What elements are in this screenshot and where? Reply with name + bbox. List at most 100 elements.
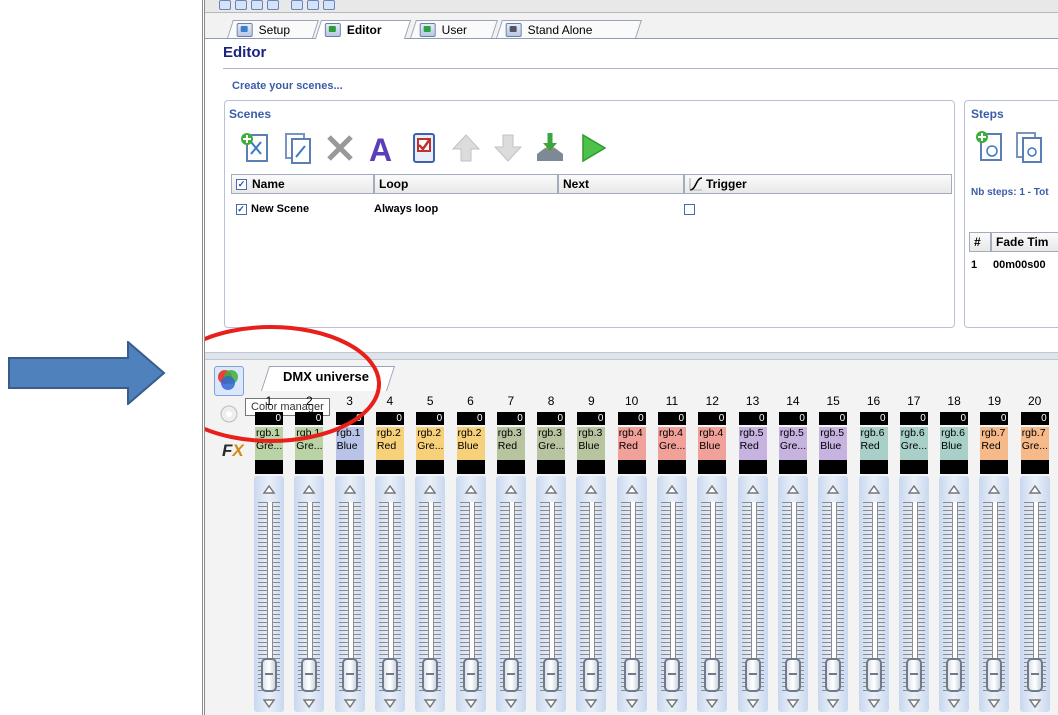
fader-handle[interactable] bbox=[341, 658, 358, 692]
fader-handle[interactable] bbox=[301, 658, 318, 692]
channel-value[interactable]: 0 bbox=[859, 412, 888, 425]
chevron-up-icon[interactable] bbox=[867, 483, 881, 495]
chevron-up-icon[interactable] bbox=[504, 483, 518, 495]
fader-handle[interactable] bbox=[865, 658, 882, 692]
duplicate-step-icon[interactable] bbox=[1013, 129, 1045, 165]
chevron-down-icon[interactable] bbox=[665, 698, 679, 710]
delete-icon[interactable] bbox=[319, 127, 361, 169]
fader-handle[interactable] bbox=[583, 658, 600, 692]
chevron-down-icon[interactable] bbox=[464, 698, 478, 710]
trigger-checkbox[interactable] bbox=[684, 203, 695, 215]
chevron-down-icon[interactable] bbox=[705, 698, 719, 710]
chevron-down-icon[interactable] bbox=[383, 698, 397, 710]
channel-value[interactable]: 0 bbox=[617, 412, 646, 425]
tab-user[interactable]: User bbox=[410, 20, 498, 38]
channel-value[interactable]: 0 bbox=[537, 412, 566, 425]
chevron-down-icon[interactable] bbox=[1028, 698, 1042, 710]
chevron-down-icon[interactable] bbox=[262, 698, 276, 710]
toolbar-new-icon[interactable] bbox=[219, 0, 231, 10]
toolbar-monitor-icon[interactable] bbox=[323, 0, 335, 10]
fader-handle[interactable] bbox=[986, 658, 1003, 692]
select-all-checkbox[interactable]: ✓ bbox=[236, 178, 247, 190]
rename-icon[interactable]: A bbox=[361, 127, 403, 169]
fader-handle[interactable] bbox=[664, 658, 680, 692]
add-scene-icon[interactable] bbox=[235, 127, 277, 169]
fader-handle[interactable] bbox=[825, 658, 842, 692]
fader-handle[interactable] bbox=[623, 658, 640, 692]
tab-editor[interactable]: Editor bbox=[314, 20, 412, 39]
fader-handle[interactable] bbox=[422, 658, 439, 692]
fader-handle[interactable] bbox=[905, 658, 922, 692]
fader-handle[interactable] bbox=[543, 658, 560, 692]
toolbar-layout-icon[interactable] bbox=[307, 0, 319, 10]
channel-value[interactable]: 0 bbox=[778, 412, 807, 425]
toolbar-open-icon[interactable] bbox=[235, 0, 247, 10]
move-up-icon[interactable] bbox=[445, 127, 487, 169]
chevron-up-icon[interactable] bbox=[423, 483, 437, 495]
fader-handle[interactable] bbox=[946, 658, 963, 692]
fader-handle[interactable] bbox=[502, 658, 519, 692]
tab-standalone[interactable]: Stand Alone bbox=[496, 20, 642, 38]
chevron-down-icon[interactable] bbox=[987, 698, 1001, 710]
chevron-down-icon[interactable] bbox=[343, 698, 357, 710]
chevron-up-icon[interactable] bbox=[786, 483, 800, 495]
play-icon[interactable] bbox=[571, 127, 613, 169]
chevron-up-icon[interactable] bbox=[987, 483, 1001, 495]
channel-value[interactable]: 0 bbox=[456, 412, 485, 425]
column-trigger[interactable]: Trigger bbox=[684, 174, 952, 194]
chevron-up-icon[interactable] bbox=[343, 483, 357, 495]
column-next[interactable]: Next bbox=[558, 174, 684, 194]
chevron-down-icon[interactable] bbox=[544, 698, 558, 710]
chevron-up-icon[interactable] bbox=[826, 483, 840, 495]
channel-value[interactable]: 0 bbox=[496, 412, 525, 425]
add-step-icon[interactable] bbox=[975, 129, 1007, 165]
channel-value[interactable]: 0 bbox=[980, 412, 1009, 425]
fader-handle[interactable] bbox=[784, 658, 801, 692]
column-name[interactable]: ✓ Name bbox=[231, 174, 374, 194]
channel-value[interactable]: 0 bbox=[698, 412, 727, 425]
chevron-up-icon[interactable] bbox=[262, 483, 276, 495]
chevron-up-icon[interactable] bbox=[302, 483, 316, 495]
chevron-up-icon[interactable] bbox=[907, 483, 921, 495]
row-enabled-checkbox[interactable]: ✓ bbox=[235, 203, 247, 215]
toolbar-save-icon[interactable] bbox=[251, 0, 263, 10]
chevron-down-icon[interactable] bbox=[786, 698, 800, 710]
chevron-up-icon[interactable] bbox=[584, 483, 598, 495]
move-down-icon[interactable] bbox=[487, 127, 529, 169]
channel-value[interactable]: 0 bbox=[940, 412, 969, 425]
fader-handle[interactable] bbox=[704, 658, 721, 692]
checklist-icon[interactable] bbox=[403, 127, 445, 169]
chevron-up-icon[interactable] bbox=[544, 483, 558, 495]
chevron-up-icon[interactable] bbox=[947, 483, 961, 495]
channel-value[interactable]: 0 bbox=[577, 412, 606, 425]
chevron-down-icon[interactable] bbox=[826, 698, 840, 710]
fader-handle[interactable] bbox=[462, 658, 479, 692]
chevron-down-icon[interactable] bbox=[584, 698, 598, 710]
chevron-up-icon[interactable] bbox=[746, 483, 760, 495]
channel-value[interactable]: 0 bbox=[738, 412, 767, 425]
channel-value[interactable]: 0 bbox=[899, 412, 928, 425]
column-loop[interactable]: Loop bbox=[374, 174, 558, 194]
table-row[interactable]: ✓ New Scene Always loop bbox=[231, 201, 951, 217]
chevron-down-icon[interactable] bbox=[746, 698, 760, 710]
channel-value[interactable]: 0 bbox=[416, 412, 445, 425]
channel-value[interactable]: 0 bbox=[658, 412, 686, 425]
tab-setup[interactable]: Setup bbox=[227, 20, 319, 38]
duplicate-scene-icon[interactable] bbox=[277, 127, 319, 169]
chevron-up-icon[interactable] bbox=[383, 483, 397, 495]
fader-handle[interactable] bbox=[744, 658, 761, 692]
chevron-down-icon[interactable] bbox=[504, 698, 518, 710]
table-row[interactable]: 1 00m00s00 bbox=[969, 257, 1058, 273]
channel-value[interactable]: 0 bbox=[819, 412, 848, 425]
chevron-down-icon[interactable] bbox=[907, 698, 921, 710]
toolbar-window-icon[interactable] bbox=[291, 0, 303, 10]
channel-value[interactable]: 0 bbox=[1020, 412, 1049, 425]
chevron-up-icon[interactable] bbox=[464, 483, 478, 495]
chevron-up-icon[interactable] bbox=[625, 483, 639, 495]
export-icon[interactable] bbox=[529, 127, 571, 169]
chevron-up-icon[interactable] bbox=[705, 483, 719, 495]
column-fade-time[interactable]: Fade Tim bbox=[991, 232, 1058, 252]
chevron-up-icon[interactable] bbox=[665, 483, 679, 495]
chevron-up-icon[interactable] bbox=[1028, 483, 1042, 495]
column-step-number[interactable]: # bbox=[969, 232, 991, 252]
